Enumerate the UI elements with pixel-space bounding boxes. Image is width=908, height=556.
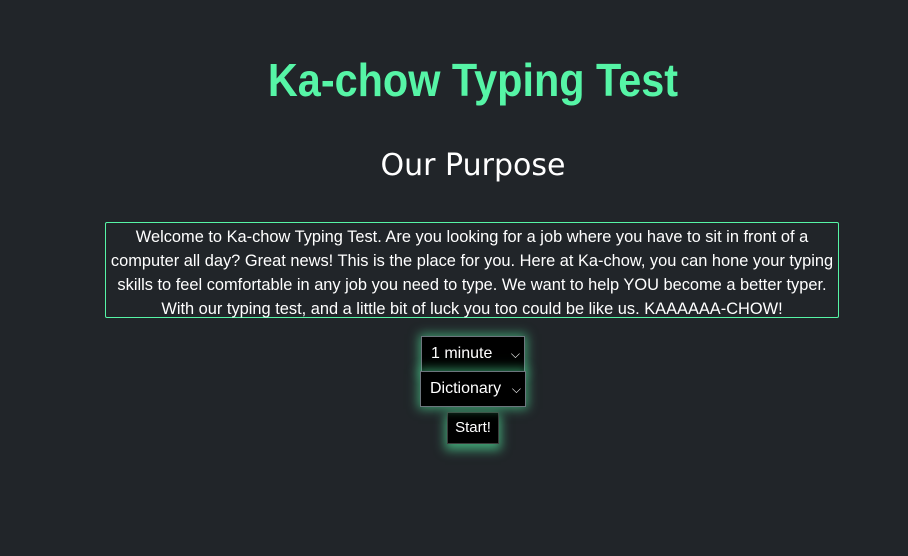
duration-select[interactable]: 1 minute ⌵ — [421, 336, 525, 372]
purpose-description: Welcome to Ka-chow Typing Test. Are you … — [105, 222, 839, 318]
start-button[interactable]: Start! — [447, 412, 499, 444]
word-list-select[interactable]: Dictionary ⌵ — [420, 371, 526, 407]
test-controls: 1 minute ⌵ Dictionary ⌵ Start! — [0, 336, 908, 444]
page-title: Ka-chow Typing Test — [267, 54, 679, 106]
chevron-down-icon: ⌵ — [510, 347, 520, 361]
duration-select-value: 1 minute — [431, 345, 493, 362]
word-list-select-value: Dictionary — [430, 380, 502, 397]
section-heading-purpose: Our Purpose — [380, 148, 566, 183]
chevron-down-icon: ⌵ — [511, 382, 521, 396]
